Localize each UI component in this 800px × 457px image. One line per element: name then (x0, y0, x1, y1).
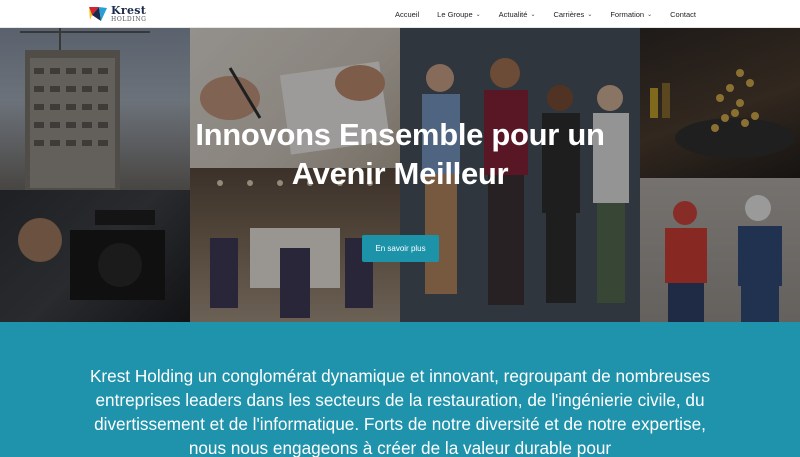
nav-label: Carrières (553, 9, 585, 19)
logo[interactable]: Krest HOLDING (88, 4, 147, 24)
logo-subtitle: HOLDING (111, 16, 147, 23)
logo-text: Krest HOLDING (111, 5, 147, 23)
chevron-down-icon: ⌄ (530, 11, 536, 18)
hero-banner: Innovons Ensemble pour un Avenir Meilleu… (0, 28, 800, 322)
nav-item-contact[interactable]: Contact (661, 0, 705, 28)
logo-mark-icon (88, 5, 108, 23)
chevron-down-icon: ⌄ (647, 11, 653, 18)
chevron-down-icon: ⌄ (475, 11, 481, 18)
hero-title: Innovons Ensemble pour un Avenir Meilleu… (0, 115, 800, 193)
logo-name: Krest (111, 4, 147, 17)
main-nav: Accueil Le Groupe ⌄ Actualité ⌄ Carrière… (386, 0, 705, 28)
about-section: Krest Holding un conglomérat dynamique e… (0, 322, 800, 457)
nav-label: Accueil (394, 9, 420, 19)
nav-label: Actualité (498, 9, 528, 19)
hero-title-line2: Avenir Meilleur (291, 156, 509, 191)
hero-title-line1: Innovons Ensemble pour un (195, 117, 605, 152)
nav-item-carrieres[interactable]: Carrières ⌄ (544, 0, 601, 28)
nav-label: Le Groupe (437, 9, 473, 19)
about-text: Krest Holding un conglomérat dynamique e… (89, 366, 711, 457)
nav-label: Formation (610, 9, 645, 19)
nav-item-accueil[interactable]: Accueil (386, 0, 428, 28)
nav-label: Contact (670, 9, 696, 19)
learn-more-button[interactable]: En savoir plus (362, 235, 439, 262)
nav-item-le-groupe[interactable]: Le Groupe ⌄ (428, 0, 489, 28)
nav-item-formation[interactable]: Formation ⌄ (601, 0, 661, 28)
nav-item-actualite[interactable]: Actualité ⌄ (490, 0, 545, 28)
chevron-down-icon: ⌄ (587, 11, 593, 18)
site-header: Krest HOLDING Accueil Le Groupe ⌄ Actual… (0, 0, 800, 28)
